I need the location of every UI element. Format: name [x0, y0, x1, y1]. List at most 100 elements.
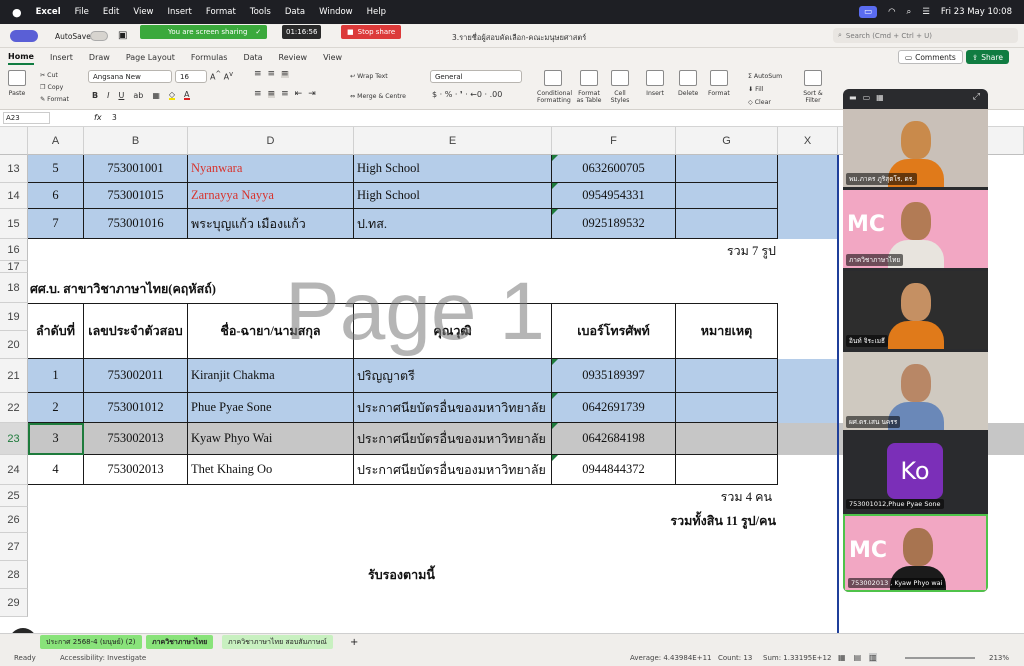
format-table-button[interactable]: Format as Table	[574, 70, 604, 104]
cell-phone[interactable]: 0954954331	[552, 183, 676, 209]
font-color-icon[interactable]: A	[184, 91, 190, 100]
row-header-14[interactable]: 14	[0, 183, 28, 209]
participant-tile[interactable]: MC 753002013 , Kyaw Phyo wai	[843, 514, 988, 592]
indent-icon[interactable]: ⇤	[295, 90, 303, 99]
cut-button[interactable]: ✂ Cut	[40, 70, 69, 82]
bold-button[interactable]: B	[92, 92, 98, 100]
cell-phone[interactable]: 0925189532	[552, 209, 676, 239]
sidebar-toggle-icon[interactable]	[10, 30, 38, 42]
mac-menu-help[interactable]: Help	[367, 7, 386, 17]
sheet-tab-2[interactable]: ภาควิชาภาษาไทย	[146, 635, 214, 649]
tab-insert[interactable]: Insert	[50, 51, 73, 64]
cell-degree[interactable]: High School	[354, 183, 552, 209]
row-header-13[interactable]: 13	[0, 155, 28, 183]
row-header-19[interactable]: 19	[0, 303, 28, 331]
search-icon[interactable]: ⌕	[906, 7, 911, 17]
mac-menu-insert[interactable]: Insert	[168, 7, 192, 17]
mac-menu-window[interactable]: Window	[319, 7, 353, 17]
strikethrough-button[interactable]: ab	[133, 92, 143, 100]
cell-name[interactable]: Phue Pyae Sone	[188, 393, 354, 423]
mac-menu-edit[interactable]: Edit	[103, 7, 119, 17]
row-header-15[interactable]: 15	[0, 209, 28, 239]
participant-tile[interactable]: MC ภาควิชาภาษาไทย	[843, 190, 988, 268]
cell-name[interactable]: Kyaw Phyo Wai	[188, 423, 354, 455]
zoom-level[interactable]: 213%	[989, 654, 1009, 662]
mac-menu-file[interactable]: File	[75, 7, 89, 17]
comments-button[interactable]: ▭ Comments	[898, 50, 963, 64]
fill-color-icon[interactable]: ◇	[168, 91, 176, 100]
format-painter-button[interactable]: ✎ Format	[40, 94, 69, 106]
column-header-f[interactable]: F	[552, 127, 676, 155]
cell-styles-button[interactable]: Cell Styles	[606, 70, 634, 104]
cell-degree[interactable]: ประกาศนียบัตรอื่นของมหาวิทยาลัย	[354, 455, 552, 485]
header-phone[interactable]: เบอร์โทรศัพท์	[552, 303, 676, 359]
share-button[interactable]: ⇪ Share	[966, 50, 1009, 64]
header-no[interactable]: ลำดับที่	[28, 303, 84, 359]
apple-icon[interactable]: ●	[12, 6, 22, 19]
cell-note[interactable]	[676, 359, 778, 393]
autosave-toggle[interactable]	[90, 31, 108, 41]
add-sheet-button[interactable]: +	[344, 635, 364, 649]
cell-exam-id[interactable]: 753001012	[84, 393, 188, 423]
cell-exam-id[interactable]: 753002011	[84, 359, 188, 393]
format-cells-button[interactable]: Format	[708, 70, 730, 97]
cell-phone[interactable]: 0632600705	[552, 155, 676, 183]
tab-view[interactable]: View	[323, 51, 342, 64]
cell-exam-id[interactable]: 753001015	[84, 183, 188, 209]
cell-note[interactable]	[676, 155, 778, 183]
page-layout-icon[interactable]: ▤	[854, 653, 862, 662]
font-grow-button[interactable]: A^ Av	[210, 71, 233, 82]
row-header-16[interactable]: 16	[0, 239, 28, 261]
cell-no[interactable]: 1	[28, 359, 84, 393]
row-header-26[interactable]: 26	[0, 507, 28, 533]
align-left-icon[interactable]: ≡	[254, 90, 262, 99]
cell-exam-id[interactable]: 753002013	[84, 455, 188, 485]
participant-tile[interactable]: พม.ภาคร ภูริสุตโร, ดร.	[843, 109, 988, 187]
cell-note[interactable]	[676, 209, 778, 239]
borders-icon[interactable]: ▦	[152, 92, 160, 100]
cell-exam-id[interactable]: 753001001	[84, 155, 188, 183]
sheet-tab-1[interactable]: ประกาศ 2568-4 (มนุษย์) (2)	[40, 635, 142, 649]
merge-button[interactable]: ⇔ Merge & Centre	[350, 93, 406, 100]
row-header-25[interactable]: 25	[0, 485, 28, 507]
row-header-17[interactable]: 17	[0, 261, 28, 273]
copy-button[interactable]: ❐ Copy	[40, 82, 69, 94]
tab-data[interactable]: Data	[243, 51, 262, 64]
column-header-e[interactable]: E	[354, 127, 552, 155]
cell-degree[interactable]: ประกาศนียบัตรอื่นของมหาวิทยาลัย	[354, 423, 552, 455]
tab-draw[interactable]: Draw	[89, 51, 110, 64]
cell-degree[interactable]: ป.ทส.	[354, 209, 552, 239]
fill-button[interactable]: ⬇ Fill	[748, 83, 782, 96]
clear-button[interactable]: ◇ Clear	[748, 96, 782, 109]
number-style-group[interactable]: $ · % · ❜ · ←0 · .00	[432, 91, 502, 99]
expand-icon[interactable]: ⤢	[973, 92, 980, 102]
cell-name[interactable]: Thet Khaing Oo	[188, 455, 354, 485]
cell-phone[interactable]: 0944844372	[552, 455, 676, 485]
formula-input[interactable]: 3	[112, 113, 117, 122]
underline-button[interactable]: U	[118, 92, 124, 100]
delete-cells-button[interactable]: Delete	[678, 70, 698, 97]
control-center-icon[interactable]: ☰	[922, 7, 930, 17]
align-center-icon[interactable]: ≡	[267, 90, 276, 99]
cell-note[interactable]	[676, 183, 778, 209]
align-top-icon[interactable]: ≡	[254, 70, 262, 79]
row-header-21[interactable]: 21	[0, 359, 28, 393]
font-name-select[interactable]: Angsana New	[88, 70, 172, 83]
number-format-select[interactable]: General	[430, 70, 522, 83]
row-header-20[interactable]: 20	[0, 331, 28, 359]
mac-menu-format[interactable]: Format	[206, 7, 236, 17]
align-middle-icon[interactable]: ≡	[268, 70, 276, 79]
outdent-icon[interactable]: ⇥	[308, 90, 316, 99]
column-header-g[interactable]: G	[676, 127, 778, 155]
cell-note[interactable]	[676, 423, 778, 455]
sort-filter-button[interactable]: Sort & Filter	[800, 70, 826, 104]
tab-page-layout[interactable]: Page Layout	[126, 51, 175, 64]
save-icon[interactable]: ▣	[118, 30, 127, 41]
grid-view-icon[interactable]: ▦	[876, 93, 884, 102]
wrap-text-button[interactable]: ↩ Wrap Text	[350, 73, 388, 80]
select-all-corner[interactable]	[0, 127, 28, 155]
cell-note[interactable]	[676, 393, 778, 423]
cell-no[interactable]: 7	[28, 209, 84, 239]
row-header-27[interactable]: 27	[0, 533, 28, 561]
header-note[interactable]: หมายเหตุ	[676, 303, 778, 359]
